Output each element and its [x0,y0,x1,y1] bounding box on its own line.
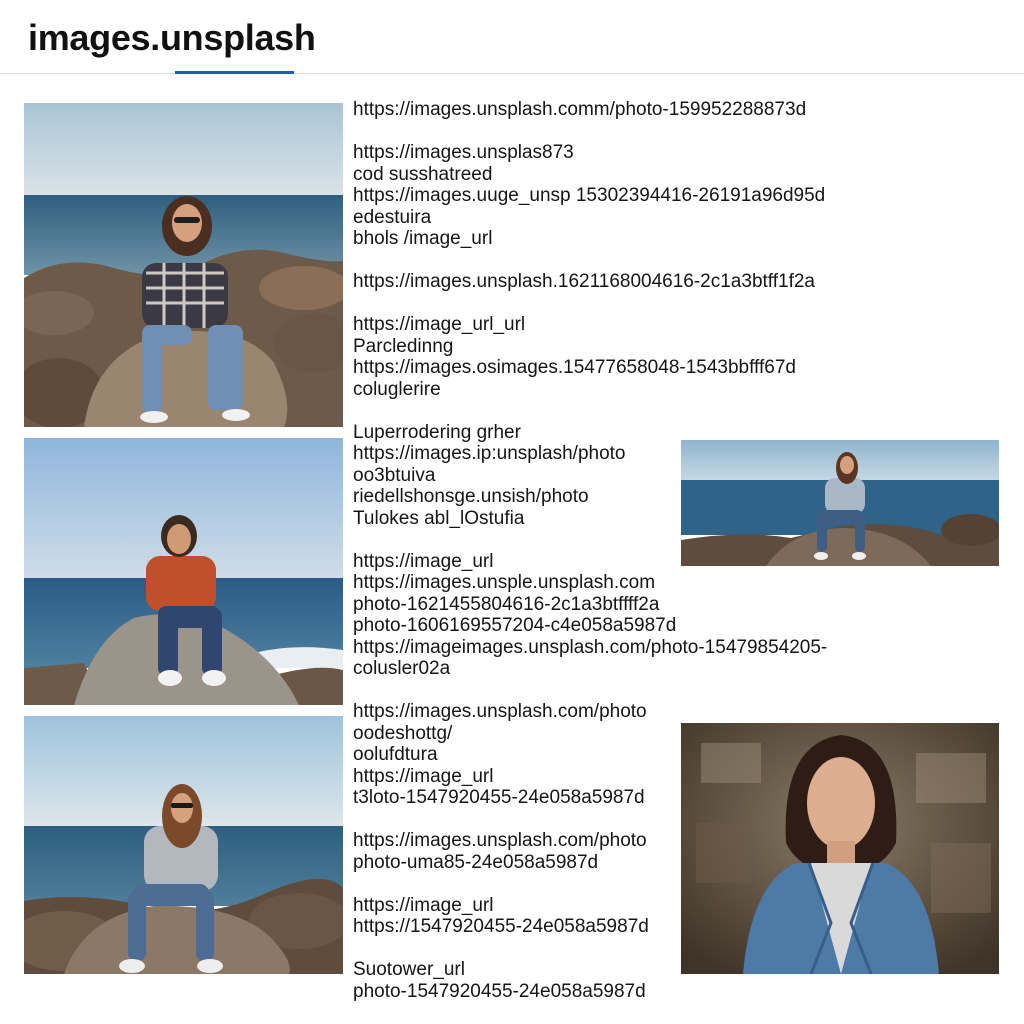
photo-man-orange-sweater[interactable] [24,438,343,705]
url-text-line: photo-16214558046​16-2c1a3btffff2a [353,593,660,615]
url-text-line: https://image_url [353,894,494,916]
url-text-line: https://1547920455-24e058a5987d [353,916,649,937]
title-underline [175,71,294,74]
url-text-line: photo-1547920455-24e058a5987d [353,980,646,1002]
url-text-line: https://images.osimages.15477658048-1543… [353,357,796,378]
url-text-line: https://images.ip:unsplash/photo [353,443,626,464]
url-text-line: t3loto-1547920455-24e058a5987d [353,787,645,808]
url-text-column: https://images.unsplash.comm/photo-15995… [353,99,873,1002]
url-text-line: https://images.unsplash.com/photo [353,830,647,851]
url-text-line: https://image_url [353,765,494,787]
url-text-line: https://images.uuge_unsp 15302394416-261… [353,185,826,206]
url-text-line: Parcledinng [353,335,454,357]
page-header: images.unsplash [0,0,1024,74]
url-text-line: oodeshottg/ [353,722,453,744]
url-text-line: coluglerire [353,378,441,400]
url-text-line: bhols /image_url [353,228,493,249]
url-text-line: photo-1606169557204-c4e058a5987d [353,615,677,636]
url-text-line: photo-uma85-24e058a5987d [353,851,599,873]
photo-woman-gray-sweater[interactable] [24,716,343,974]
url-text-line: https://images.unsplash.1621168004616-2c… [353,271,815,292]
url-text-line: https://images.unsple.unsplash.com [353,572,656,593]
url-text-line: https://images.unsplash.comm/photo-15995… [353,99,807,120]
url-text-line: riedellshonsge.unsish/photo [353,486,589,507]
url-text-line: Luperrodering grher [353,421,521,443]
photo-woman-plaid-shirt[interactable] [24,103,343,427]
url-text-line: Tulokes abl_lOstufia [353,507,525,529]
url-text-line: oolufdtura [353,744,438,765]
url-text-line: Suotower_url [353,959,465,980]
page-title: images.unsplash [28,17,316,58]
url-text-line: edestuira [353,206,432,228]
url-text-line: https://images.unsplas873 [353,142,574,163]
url-text-line: https://images.unsplash.com/photo [353,701,647,722]
url-text-line: https://image_url [353,550,494,572]
url-text-line: https://image_url_url [353,314,526,335]
url-text-line: cod susshatreed [353,163,493,185]
url-text-line: https://imageimages.unsplash.com/photo-1… [353,636,828,658]
url-text-line: colusler02a [353,658,451,679]
url-text-line: oo3btuiva [353,464,436,486]
